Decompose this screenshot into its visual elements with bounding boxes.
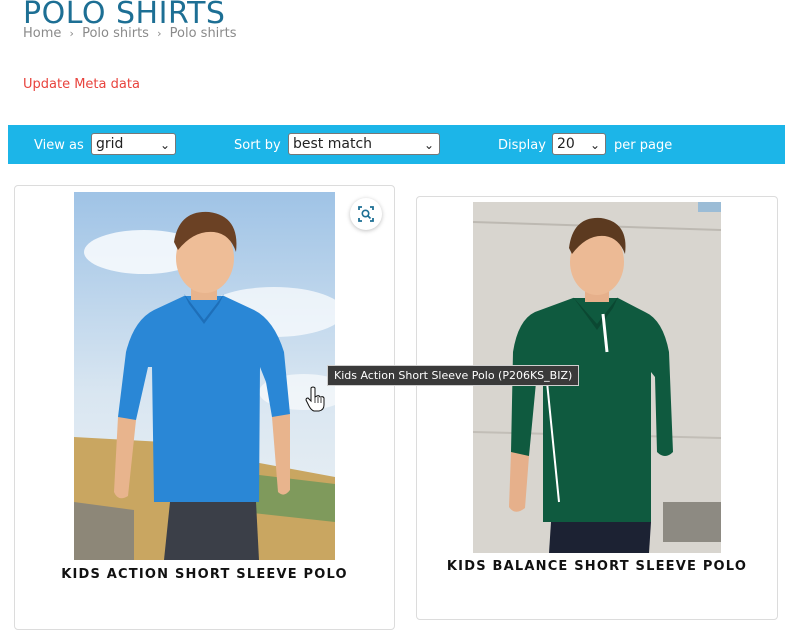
view-as-label: View as [34,138,84,153]
product-tooltip: Kids Action Short Sleeve Polo (P206KS_BI… [327,365,580,386]
breadcrumb-home[interactable]: Home [23,26,61,41]
sort-by-value: best match [293,136,373,152]
product-name[interactable]: KIDS BALANCE SHORT SLEEVE POLO [417,559,777,574]
product-name[interactable]: KIDS ACTION SHORT SLEEVE POLO [15,567,394,582]
chevron-right-icon: › [69,27,74,40]
display-label: Display [498,138,546,153]
display-count-value: 20 [557,136,575,152]
breadcrumb: Home › Polo shirts › Polo shirts [23,26,237,41]
product-card[interactable]: KIDS BALANCE SHORT SLEEVE POLO [416,196,778,620]
per-page-label: per page [614,138,673,153]
quick-view-button[interactable] [350,198,382,230]
chevron-down-icon: ⌄ [159,138,170,152]
breadcrumb-current: Polo shirts [169,26,237,41]
hand-cursor-icon [305,386,327,416]
listing-toolbar: View as grid ⌄ Sort by best match ⌄ Disp… [8,125,785,164]
view-as-select[interactable]: grid ⌄ [91,133,176,155]
product-image[interactable] [74,192,335,560]
product-card[interactable]: KIDS ACTION SHORT SLEEVE POLO [14,185,395,630]
chevron-down-icon: ⌄ [589,138,600,152]
chevron-down-icon: ⌄ [423,138,434,152]
breadcrumb-polo-shirts[interactable]: Polo shirts [82,26,149,41]
zoom-icon [358,206,374,222]
update-meta-link[interactable]: Update Meta data [23,77,140,92]
sort-by-select[interactable]: best match ⌄ [288,133,440,155]
chevron-right-icon: › [157,27,162,40]
sort-by-label: Sort by [234,138,281,153]
view-as-value: grid [96,136,124,152]
display-count-select[interactable]: 20 ⌄ [552,133,606,155]
